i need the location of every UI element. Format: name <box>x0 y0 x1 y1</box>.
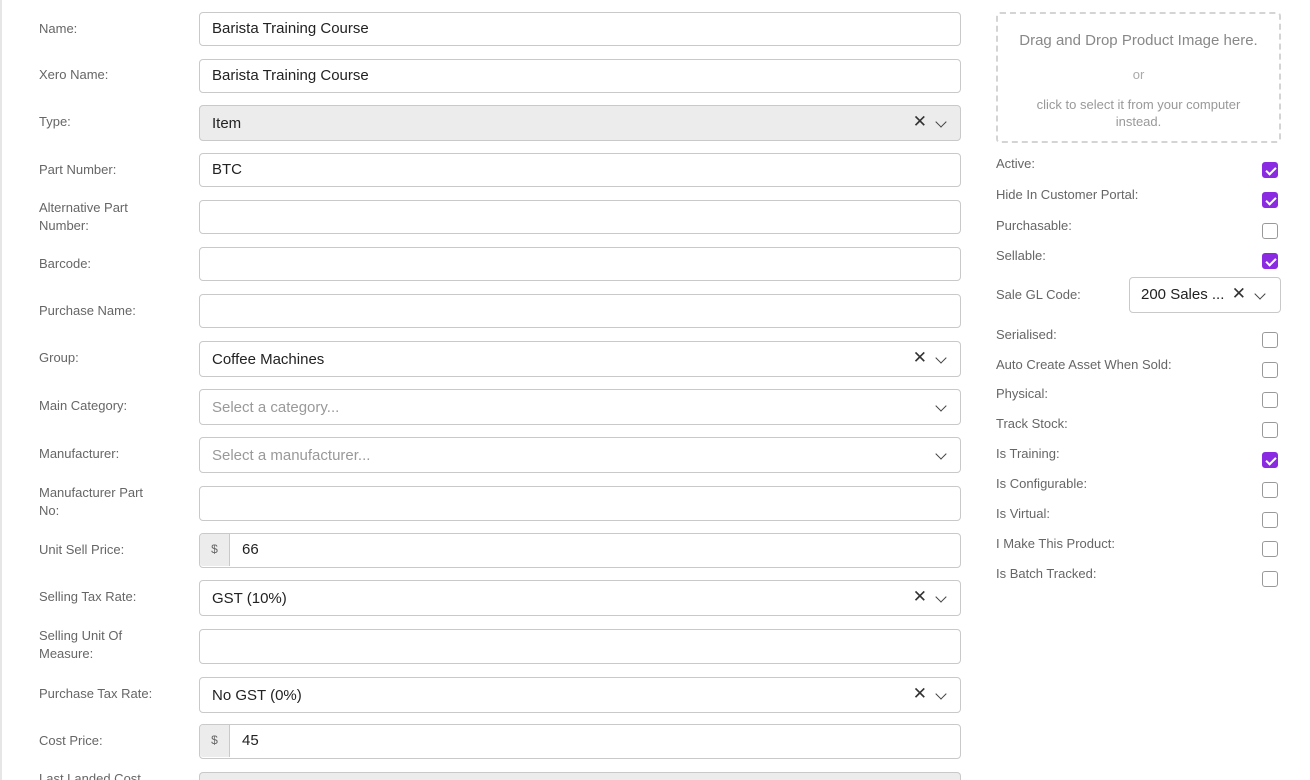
chevron-down-icon[interactable] <box>935 352 947 364</box>
name-input[interactable]: Barista Training Course <box>199 12 961 46</box>
serialised-checkbox[interactable] <box>1262 332 1278 348</box>
type-value: Item <box>212 115 242 132</box>
part-number-input[interactable]: BTC <box>199 153 961 187</box>
part-number-label: Part Number: <box>39 162 117 177</box>
xero-name-label: Xero Name: <box>39 67 109 82</box>
alt-part-number-label: Alternative Part Number: <box>39 200 128 233</box>
purchase-tax-rate-select[interactable]: No GST (0%) ✕ <box>199 677 961 713</box>
purchase-name-input[interactable] <box>199 294 961 328</box>
clear-icon[interactable]: ✕ <box>913 342 927 374</box>
manufacturer-part-no-label: Manufacturer Part No: <box>39 485 144 518</box>
is-virtual-label: Is Virtual: <box>996 506 1050 521</box>
manufacturer-select[interactable]: Select a manufacturer... <box>199 437 961 473</box>
track-stock-label: Track Stock: <box>996 416 1068 431</box>
cost-price-value: 45 <box>242 732 259 749</box>
batch-tracked-checkbox[interactable] <box>1262 571 1278 587</box>
active-label: Active: <box>996 156 1036 171</box>
manufacturer-part-no-input[interactable] <box>199 486 961 521</box>
product-image-dropzone[interactable]: Drag and Drop Product Image here. or cli… <box>996 12 1281 143</box>
name-label: Name: <box>39 21 78 36</box>
is-training-label: Is Training: <box>996 446 1060 461</box>
is-training-checkbox[interactable] <box>1262 452 1278 468</box>
xero-name-input[interactable]: Barista Training Course <box>199 59 961 93</box>
dropzone-or: or <box>1132 67 1145 82</box>
auto-asset-checkbox[interactable] <box>1262 362 1278 378</box>
sale-gl-code-select[interactable]: 200 Sales ... ✕ <box>1129 277 1281 313</box>
left-panel-border <box>0 0 2 780</box>
type-select[interactable]: Item ✕ <box>199 105 961 141</box>
group-select[interactable]: Coffee Machines ✕ <box>199 341 961 377</box>
clear-icon[interactable]: ✕ <box>913 678 927 710</box>
sellable-label: Sellable: <box>996 248 1046 263</box>
sale-gl-code-label: Sale GL Code: <box>996 287 1081 302</box>
purchase-name-label: Purchase Name: <box>39 303 136 318</box>
xero-name-value: Barista Training Course <box>212 67 369 84</box>
manufacturer-label: Manufacturer: <box>39 446 120 461</box>
purchasable-checkbox[interactable] <box>1262 223 1278 239</box>
currency-addon: $ <box>200 725 230 757</box>
selling-uom-label: Selling Unit Of Measure: <box>39 628 123 661</box>
manufacturer-placeholder: Select a manufacturer... <box>212 447 371 464</box>
selling-tax-rate-label: Selling Tax Rate: <box>39 589 137 604</box>
main-category-label: Main Category: <box>39 398 128 413</box>
barcode-input[interactable] <box>199 247 961 281</box>
group-label: Group: <box>39 350 79 365</box>
selling-uom-input[interactable] <box>199 629 961 664</box>
dropzone-subtitle: click to select it from your computer in… <box>1036 97 1241 129</box>
selling-tax-rate-value: GST (10%) <box>212 590 287 607</box>
batch-tracked-label: Is Batch Tracked: <box>996 566 1097 581</box>
dropzone-title: Drag and Drop Product Image here. <box>1019 32 1258 49</box>
hide-portal-label: Hide In Customer Portal: <box>996 187 1139 202</box>
unit-sell-price-value: 66 <box>242 541 259 558</box>
part-number-value: BTC <box>212 161 242 178</box>
chevron-down-icon[interactable] <box>1254 288 1266 300</box>
selling-tax-rate-select[interactable]: GST (10%) ✕ <box>199 580 961 616</box>
chevron-down-icon[interactable] <box>935 448 947 460</box>
barcode-label: Barcode: <box>39 256 92 271</box>
chevron-down-icon[interactable] <box>935 591 947 603</box>
unit-sell-price-label: Unit Sell Price: <box>39 542 125 557</box>
active-checkbox[interactable] <box>1262 162 1278 178</box>
track-stock-checkbox[interactable] <box>1262 422 1278 438</box>
i-make-checkbox[interactable] <box>1262 541 1278 557</box>
unit-sell-price-input[interactable]: $ 66 <box>199 533 961 568</box>
serialised-label: Serialised: <box>996 327 1057 342</box>
hide-portal-checkbox[interactable] <box>1262 192 1278 208</box>
sellable-checkbox[interactable] <box>1262 253 1278 269</box>
chevron-down-icon[interactable] <box>935 116 947 128</box>
chevron-down-icon[interactable] <box>935 400 947 412</box>
purchasable-label: Purchasable: <box>996 218 1072 233</box>
i-make-label: I Make This Product: <box>996 536 1115 551</box>
sale-gl-code-value: 200 Sales ... <box>1141 286 1225 303</box>
purchase-tax-rate-label: Purchase Tax Rate: <box>39 686 153 701</box>
physical-label: Physical: <box>996 386 1049 401</box>
main-category-select[interactable]: Select a category... <box>199 389 961 425</box>
last-landed-cost-label: Last Landed Cost <box>39 771 141 780</box>
main-category-placeholder: Select a category... <box>212 399 340 416</box>
type-label: Type: <box>39 114 71 129</box>
currency-addon: $ <box>200 534 230 566</box>
purchase-tax-rate-value: No GST (0%) <box>212 687 302 704</box>
name-value: Barista Training Course <box>212 20 369 37</box>
cost-price-label: Cost Price: <box>39 733 103 748</box>
clear-icon[interactable]: ✕ <box>1232 278 1246 310</box>
alt-part-number-input[interactable] <box>199 200 961 234</box>
clear-icon[interactable]: ✕ <box>913 106 927 138</box>
cost-price-input[interactable]: $ 45 <box>199 724 961 759</box>
chevron-down-icon[interactable] <box>935 688 947 700</box>
is-configurable-checkbox[interactable] <box>1262 482 1278 498</box>
auto-asset-label: Auto Create Asset When Sold: <box>996 357 1172 372</box>
clear-icon[interactable]: ✕ <box>913 581 927 613</box>
physical-checkbox[interactable] <box>1262 392 1278 408</box>
is-virtual-checkbox[interactable] <box>1262 512 1278 528</box>
last-landed-cost-input <box>199 772 961 780</box>
group-value: Coffee Machines <box>212 351 325 368</box>
is-configurable-label: Is Configurable: <box>996 476 1088 491</box>
